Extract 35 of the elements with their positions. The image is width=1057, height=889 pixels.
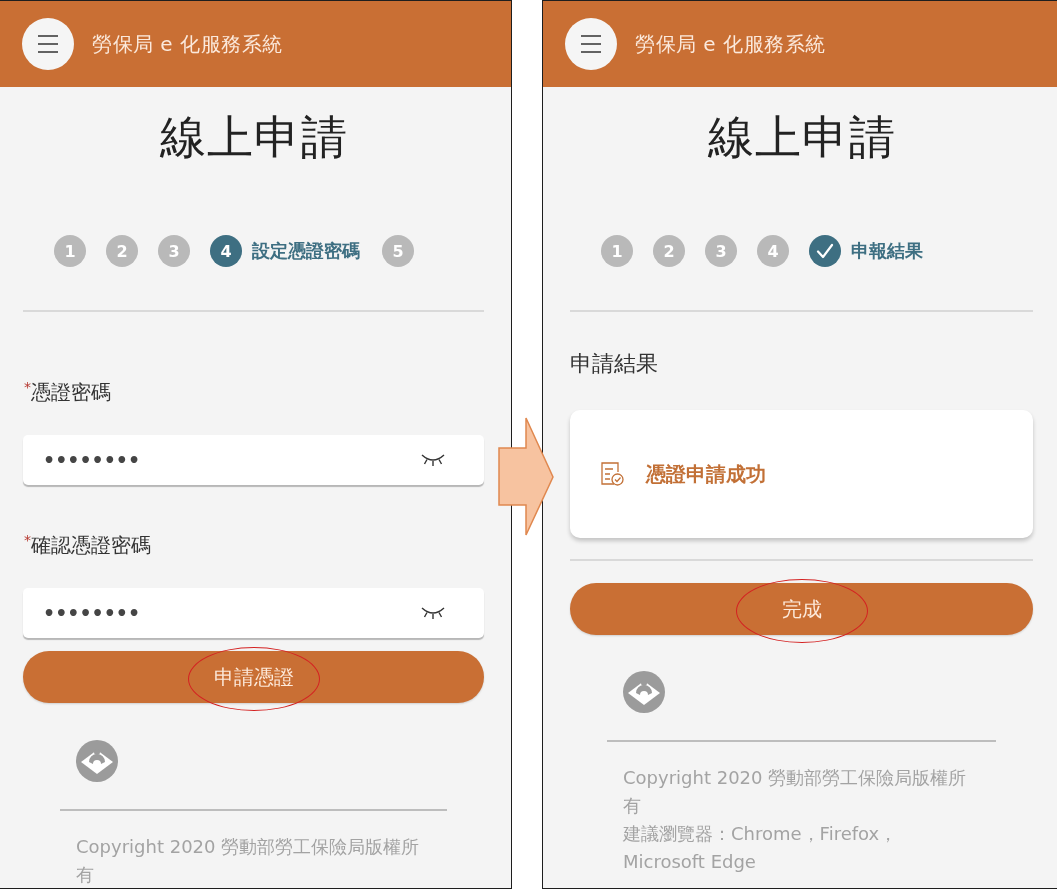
closed-eye-icon[interactable] xyxy=(420,452,446,468)
document-check-icon xyxy=(600,461,624,487)
menu-button[interactable] xyxy=(22,18,74,70)
menu-icon xyxy=(37,34,59,54)
page-heading: 線上申請 xyxy=(159,109,348,165)
step-number: 2 xyxy=(653,235,685,267)
password-field[interactable]: •••••••• xyxy=(23,588,484,638)
logo-icon xyxy=(623,671,665,713)
step-number: 1 xyxy=(601,235,633,267)
footer-text: 建議瀏覽器：Chrome，Firefox，Microsoft Edge xyxy=(623,821,899,874)
step-number: 3 xyxy=(705,235,737,267)
step-number: 4 xyxy=(757,235,789,267)
password-field[interactable]: •••••••• xyxy=(23,435,484,485)
section-title: 申請結果 xyxy=(570,350,659,378)
closed-eye-icon[interactable] xyxy=(420,605,446,621)
step-number: 2 xyxy=(106,235,138,267)
step-caption: 設定憑證密碼 xyxy=(252,239,360,263)
menu-icon xyxy=(580,34,602,54)
required-mark: * xyxy=(24,379,31,395)
step-number: 4 xyxy=(210,235,242,267)
footer-text: Copyright 2020 勞動部勞工保險局版權所有 xyxy=(76,834,421,887)
step-number: 3 xyxy=(158,235,190,267)
field-label: 確認憑證密碼 xyxy=(31,533,151,557)
step-number: 5 xyxy=(382,235,414,267)
required-mark: * xyxy=(24,532,31,548)
field-label: 憑證密碼 xyxy=(31,380,111,404)
menu-button[interactable] xyxy=(565,18,617,70)
step-caption: 申報結果 xyxy=(851,239,923,263)
app-title: 勞保局 e 化服務系統 xyxy=(635,30,826,58)
result-message: 憑證申請成功 xyxy=(646,460,766,488)
page-heading: 線上申請 xyxy=(707,109,896,165)
logo-icon xyxy=(76,740,118,782)
app-title: 勞保局 e 化服務系統 xyxy=(92,30,283,58)
footer-text: Copyright 2020 勞動部勞工保險局版權所有 xyxy=(623,765,968,818)
step-number: 1 xyxy=(54,235,86,267)
